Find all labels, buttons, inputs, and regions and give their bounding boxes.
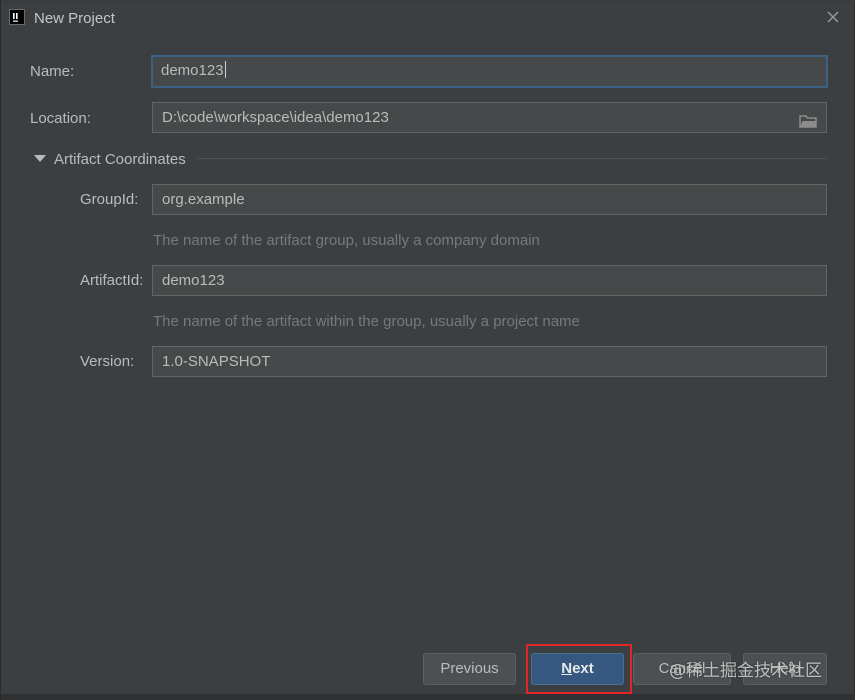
location-input[interactable]: D:\code\workspace\idea\demo123	[152, 102, 827, 133]
dialog-title: New Project	[34, 10, 115, 27]
previous-button[interactable]: Previous	[423, 653, 516, 685]
bottom-strip	[1, 694, 855, 700]
groupid-input[interactable]: org.example	[152, 184, 827, 215]
version-value: 1.0-SNAPSHOT	[162, 353, 271, 370]
name-label: Name:	[30, 63, 75, 80]
name-input[interactable]: demo123	[151, 55, 828, 88]
intellij-idea-icon	[9, 9, 25, 25]
version-input[interactable]: 1.0-SNAPSHOT	[152, 346, 827, 377]
section-divider	[197, 158, 826, 159]
groupid-hint: The name of the artifact group, usually …	[153, 232, 540, 249]
cancel-button[interactable]: Cancel	[633, 653, 731, 685]
artifactid-hint: The name of the artifact within the grou…	[153, 313, 580, 330]
artifactid-label: ArtifactId:	[80, 272, 144, 289]
next-mnemonic: N	[561, 660, 573, 677]
artifactid-value: demo123	[162, 272, 225, 289]
new-project-dialog: New Project Name: demo123 Location: D:\c…	[0, 0, 855, 700]
next-button[interactable]: Next	[531, 653, 624, 685]
expand-triangle-icon[interactable]	[34, 155, 46, 162]
folder-icon[interactable]	[799, 110, 818, 128]
groupid-label: GroupId:	[80, 191, 139, 208]
help-button[interactable]: Help	[743, 653, 827, 685]
artifact-coordinates-title: Artifact Coordinates	[54, 151, 186, 168]
next-label-rest: ext	[572, 660, 594, 677]
text-caret	[224, 61, 226, 78]
groupid-value: org.example	[162, 191, 245, 208]
name-value: demo123	[161, 62, 224, 79]
close-icon[interactable]	[824, 8, 842, 26]
title-bar: New Project	[1, 0, 855, 36]
location-label: Location:	[30, 110, 91, 127]
version-label: Version:	[80, 353, 135, 370]
location-value: D:\code\workspace\idea\demo123	[162, 109, 389, 126]
artifactid-input[interactable]: demo123	[152, 265, 827, 296]
